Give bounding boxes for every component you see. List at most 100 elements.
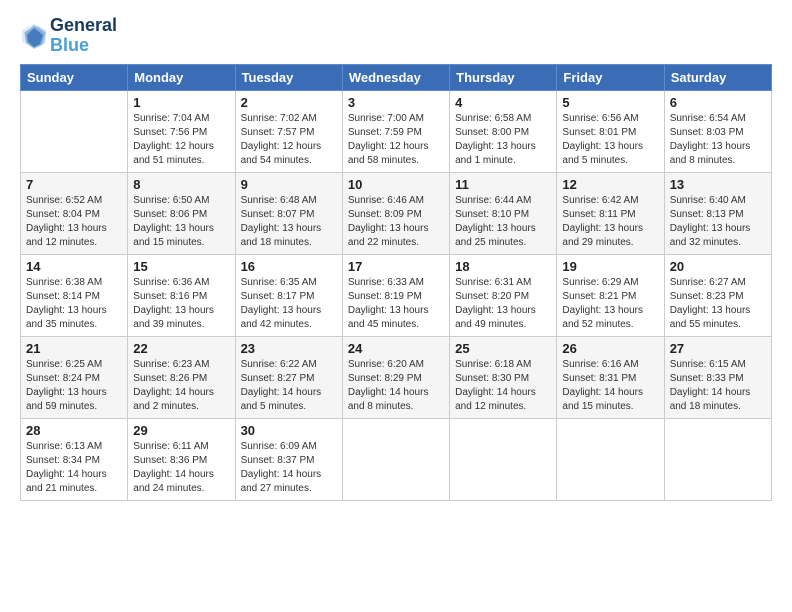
- calendar-body: 1Sunrise: 7:04 AM Sunset: 7:56 PM Daylig…: [21, 90, 772, 500]
- calendar-table: SundayMondayTuesdayWednesdayThursdayFrid…: [20, 64, 772, 501]
- week-row-5: 28Sunrise: 6:13 AM Sunset: 8:34 PM Dayli…: [21, 418, 772, 500]
- cell-content: Sunrise: 6:22 AM Sunset: 8:27 PM Dayligh…: [241, 358, 337, 414]
- calendar-cell: [450, 418, 557, 500]
- cell-content: Sunrise: 6:54 AM Sunset: 8:03 PM Dayligh…: [670, 112, 766, 168]
- cell-content: Sunrise: 6:35 AM Sunset: 8:17 PM Dayligh…: [241, 276, 337, 332]
- day-number: 30: [241, 423, 337, 438]
- day-number: 21: [26, 341, 122, 356]
- day-number: 11: [455, 177, 551, 192]
- day-number: 6: [670, 95, 766, 110]
- calendar-cell: 18 Sunrise: 6:31 AM Sunset: 8:20 PM Dayli…: [450, 254, 557, 336]
- week-row-3: 14 Sunrise: 6:38 AM Sunset: 8:14 PM Dayli…: [21, 254, 772, 336]
- day-number: 17: [348, 259, 444, 274]
- day-number: 14: [26, 259, 122, 274]
- logo: General Blue: [20, 16, 117, 56]
- calendar-cell: 10 Sunrise: 6:46 AM Sunset: 8:09 PM Dayli…: [342, 172, 449, 254]
- cell-content: Sunrise: 6:15 AM Sunset: 8:33 PM Dayligh…: [670, 358, 766, 414]
- logo-text: General Blue: [50, 16, 117, 56]
- calendar-cell: 5 Sunrise: 6:56 AM Sunset: 8:01 PM Daylig…: [557, 90, 664, 172]
- col-header-thursday: Thursday: [450, 64, 557, 90]
- cell-content: Sunrise: 6:25 AM Sunset: 8:24 PM Dayligh…: [26, 358, 122, 414]
- col-header-sunday: Sunday: [21, 64, 128, 90]
- col-header-wednesday: Wednesday: [342, 64, 449, 90]
- calendar-cell: 25Sunrise: 6:18 AM Sunset: 8:30 PM Dayli…: [450, 336, 557, 418]
- cell-content: Sunrise: 6:29 AM Sunset: 8:21 PM Dayligh…: [562, 276, 658, 332]
- col-header-tuesday: Tuesday: [235, 64, 342, 90]
- calendar-cell: 22 Sunrise: 6:23 AM Sunset: 8:26 PM Dayli…: [128, 336, 235, 418]
- day-number: 15: [133, 259, 229, 274]
- day-number: 26: [562, 341, 658, 356]
- calendar-cell: 19 Sunrise: 6:29 AM Sunset: 8:21 PM Dayli…: [557, 254, 664, 336]
- day-number: 19: [562, 259, 658, 274]
- calendar-cell: 29 Sunrise: 6:11 AM Sunset: 8:36 PM Dayli…: [128, 418, 235, 500]
- calendar-cell: [664, 418, 771, 500]
- day-number: 18: [455, 259, 551, 274]
- cell-content: Sunrise: 6:42 AM Sunset: 8:11 PM Dayligh…: [562, 194, 658, 250]
- cell-content: Sunrise: 6:11 AM Sunset: 8:36 PM Dayligh…: [133, 440, 229, 496]
- cell-content: Sunrise: 6:44 AM Sunset: 8:10 PM Dayligh…: [455, 194, 551, 250]
- day-number: 28: [26, 423, 122, 438]
- cell-content: Sunrise: 6:38 AM Sunset: 8:14 PM Dayligh…: [26, 276, 122, 332]
- page: General Blue SundayMondayTuesdayWednesda…: [0, 0, 792, 511]
- day-number: 9: [241, 177, 337, 192]
- day-number: 4: [455, 95, 551, 110]
- calendar-cell: 26 Sunrise: 6:16 AM Sunset: 8:31 PM Dayli…: [557, 336, 664, 418]
- header: General Blue: [20, 16, 772, 56]
- cell-content: Sunrise: 6:33 AM Sunset: 8:19 PM Dayligh…: [348, 276, 444, 332]
- calendar-cell: 12 Sunrise: 6:42 AM Sunset: 8:11 PM Dayli…: [557, 172, 664, 254]
- day-number: 25: [455, 341, 551, 356]
- day-number: 7: [26, 177, 122, 192]
- calendar-cell: 21 Sunrise: 6:25 AM Sunset: 8:24 PM Dayli…: [21, 336, 128, 418]
- cell-content: Sunrise: 6:31 AM Sunset: 8:20 PM Dayligh…: [455, 276, 551, 332]
- calendar-cell: 16Sunrise: 6:35 AM Sunset: 8:17 PM Dayli…: [235, 254, 342, 336]
- logo-icon: [20, 22, 48, 50]
- calendar-cell: 4 Sunrise: 6:58 AM Sunset: 8:00 PM Daylig…: [450, 90, 557, 172]
- cell-content: Sunrise: 6:16 AM Sunset: 8:31 PM Dayligh…: [562, 358, 658, 414]
- day-number: 10: [348, 177, 444, 192]
- calendar-cell: 6 Sunrise: 6:54 AM Sunset: 8:03 PM Daylig…: [664, 90, 771, 172]
- day-number: 22: [133, 341, 229, 356]
- cell-content: Sunrise: 6:46 AM Sunset: 8:09 PM Dayligh…: [348, 194, 444, 250]
- calendar-cell: [557, 418, 664, 500]
- day-number: 29: [133, 423, 229, 438]
- cell-content: Sunrise: 6:27 AM Sunset: 8:23 PM Dayligh…: [670, 276, 766, 332]
- calendar-cell: 15Sunrise: 6:36 AM Sunset: 8:16 PM Dayli…: [128, 254, 235, 336]
- cell-content: Sunrise: 6:40 AM Sunset: 8:13 PM Dayligh…: [670, 194, 766, 250]
- calendar-cell: [21, 90, 128, 172]
- calendar-cell: 7 Sunrise: 6:52 AM Sunset: 8:04 PM Daylig…: [21, 172, 128, 254]
- cell-content: Sunrise: 7:00 AM Sunset: 7:59 PM Dayligh…: [348, 112, 444, 168]
- calendar-cell: 14 Sunrise: 6:38 AM Sunset: 8:14 PM Dayli…: [21, 254, 128, 336]
- calendar-cell: 23 Sunrise: 6:22 AM Sunset: 8:27 PM Dayli…: [235, 336, 342, 418]
- cell-content: Sunrise: 6:56 AM Sunset: 8:01 PM Dayligh…: [562, 112, 658, 168]
- day-number: 13: [670, 177, 766, 192]
- column-headers-row: SundayMondayTuesdayWednesdayThursdayFrid…: [21, 64, 772, 90]
- calendar-cell: 24 Sunrise: 6:20 AM Sunset: 8:29 PM Dayli…: [342, 336, 449, 418]
- cell-content: Sunrise: 7:04 AM Sunset: 7:56 PM Dayligh…: [133, 112, 229, 168]
- day-number: 24: [348, 341, 444, 356]
- calendar-cell: 13 Sunrise: 6:40 AM Sunset: 8:13 PM Dayli…: [664, 172, 771, 254]
- cell-content: Sunrise: 6:52 AM Sunset: 8:04 PM Dayligh…: [26, 194, 122, 250]
- cell-content: Sunrise: 6:23 AM Sunset: 8:26 PM Dayligh…: [133, 358, 229, 414]
- week-row-1: 1Sunrise: 7:04 AM Sunset: 7:56 PM Daylig…: [21, 90, 772, 172]
- calendar-cell: 27Sunrise: 6:15 AM Sunset: 8:33 PM Dayli…: [664, 336, 771, 418]
- day-number: 20: [670, 259, 766, 274]
- cell-content: Sunrise: 6:48 AM Sunset: 8:07 PM Dayligh…: [241, 194, 337, 250]
- week-row-4: 21 Sunrise: 6:25 AM Sunset: 8:24 PM Dayli…: [21, 336, 772, 418]
- calendar-cell: 11 Sunrise: 6:44 AM Sunset: 8:10 PM Dayli…: [450, 172, 557, 254]
- day-number: 5: [562, 95, 658, 110]
- cell-content: Sunrise: 6:58 AM Sunset: 8:00 PM Dayligh…: [455, 112, 551, 168]
- calendar-cell: 28Sunrise: 6:13 AM Sunset: 8:34 PM Dayli…: [21, 418, 128, 500]
- calendar-cell: 2 Sunrise: 7:02 AM Sunset: 7:57 PM Daylig…: [235, 90, 342, 172]
- cell-content: Sunrise: 6:20 AM Sunset: 8:29 PM Dayligh…: [348, 358, 444, 414]
- day-number: 12: [562, 177, 658, 192]
- col-header-saturday: Saturday: [664, 64, 771, 90]
- calendar-cell: 1Sunrise: 7:04 AM Sunset: 7:56 PM Daylig…: [128, 90, 235, 172]
- cell-content: Sunrise: 7:02 AM Sunset: 7:57 PM Dayligh…: [241, 112, 337, 168]
- day-number: 3: [348, 95, 444, 110]
- calendar-cell: 30Sunrise: 6:09 AM Sunset: 8:37 PM Dayli…: [235, 418, 342, 500]
- cell-content: Sunrise: 6:50 AM Sunset: 8:06 PM Dayligh…: [133, 194, 229, 250]
- day-number: 8: [133, 177, 229, 192]
- day-number: 23: [241, 341, 337, 356]
- col-header-friday: Friday: [557, 64, 664, 90]
- day-number: 2: [241, 95, 337, 110]
